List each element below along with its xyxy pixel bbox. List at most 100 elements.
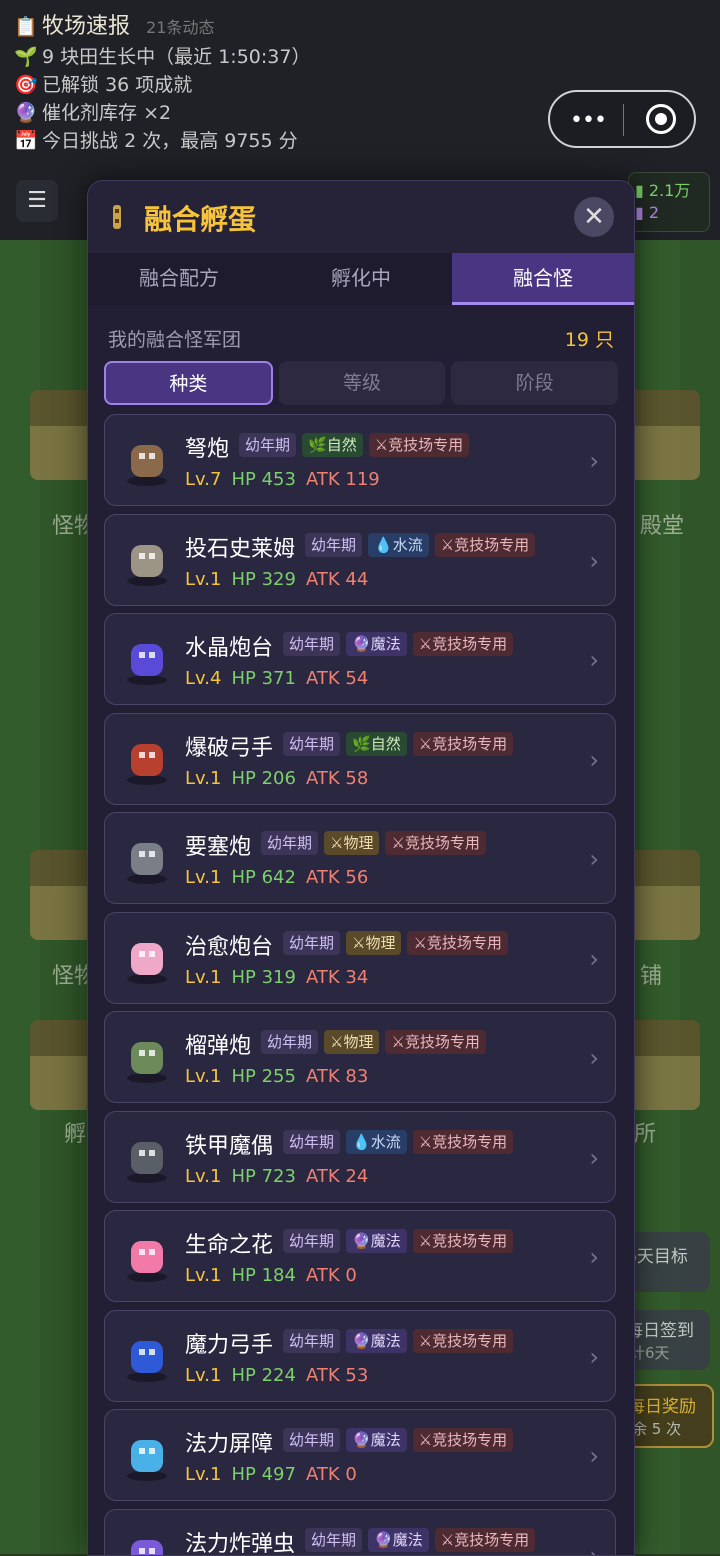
stage-badge: 幼年期 <box>283 732 340 756</box>
element-badge: ⚔物理 <box>346 931 401 955</box>
hp-value: HP 453 <box>231 469 295 490</box>
chevron-right-icon: › <box>589 945 599 973</box>
resource-panel: ▮ 2.1万 ▮ 2 <box>628 172 710 232</box>
monster-tags: 幼年期🌿自然⚔竞技场专用 <box>239 433 469 457</box>
news-header: 📋 牧场速报 21条动态 <box>14 8 214 40</box>
filter-level[interactable]: 等级 <box>279 361 446 405</box>
hp-value: HP 184 <box>231 1265 295 1286</box>
chevron-right-icon: › <box>589 1343 599 1371</box>
arena-badge: ⚔竞技场专用 <box>413 732 513 756</box>
monster-stats: Lv.1HP 723ATK 24 <box>185 1166 368 1187</box>
stage-badge: 幼年期 <box>305 533 362 557</box>
monster-name: 铁甲魔偶 <box>185 1128 273 1160</box>
element-badge: ⚔物理 <box>324 1030 379 1054</box>
capsule-divider <box>623 104 624 136</box>
stage-badge: 幼年期 <box>283 632 340 656</box>
monster-card[interactable]: 投石史莱姆幼年期💧水流⚔竞技场专用Lv.1HP 329ATK 44› <box>104 514 616 606</box>
chevron-right-icon: › <box>589 646 599 674</box>
level-value: Lv.1 <box>185 1365 221 1386</box>
clipboard-icon: 📋 <box>14 15 36 38</box>
monster-card[interactable]: 水晶炮台幼年期🔮魔法⚔竞技场专用Lv.4HP 371ATK 54› <box>104 613 616 705</box>
tab-bar: 融合配方 孵化中 融合怪 <box>88 253 634 305</box>
atk-value: ATK 56 <box>306 867 368 888</box>
level-value: Lv.1 <box>185 867 221 888</box>
monster-stats: Lv.1 HP 184 ATK 0 <box>185 1265 357 1286</box>
news-item-text: 已解锁 36 项成就 <box>42 74 192 96</box>
menu-button[interactable]: ☰ <box>16 180 58 222</box>
arena-badge: ⚔竞技场专用 <box>413 1329 513 1353</box>
stage-badge: 幼年期 <box>239 433 296 457</box>
monster-card[interactable]: 法力屏障幼年期🔮魔法⚔竞技场专用 Lv.1 HP 497 ATK 0 › <box>104 1409 616 1501</box>
news-count: 21条动态 <box>146 18 214 37</box>
crystal-turret-icon <box>119 632 175 688</box>
stage-badge: 幼年期 <box>261 831 318 855</box>
more-icon[interactable]: ••• <box>570 108 606 133</box>
monster-name: 法力屏障 <box>185 1426 273 1458</box>
hp-value: HP 329 <box>231 569 295 590</box>
chevron-right-icon: › <box>589 845 599 873</box>
news-item-text: 9 块田生长中（最近 1:50:37） <box>42 46 310 68</box>
gold-icon: ▮ <box>635 181 644 200</box>
hp-value: HP 224 <box>231 1365 295 1386</box>
news-item: 🎯 已解锁 36 项成就 <box>14 70 192 97</box>
monster-card[interactable]: 榴弹炮幼年期⚔物理⚔竞技场专用Lv.1HP 255ATK 83› <box>104 1011 616 1103</box>
mana-archer-icon <box>119 1329 175 1385</box>
level-value: Lv.1 <box>185 569 221 590</box>
monster-tags: 幼年期🌿自然⚔竞技场专用 <box>283 732 513 756</box>
building-label: 孵 <box>64 1116 86 1148</box>
hp-value: HP 497 <box>231 1464 295 1485</box>
howitzer-icon <box>119 1030 175 1086</box>
monster-card[interactable]: 爆破弓手幼年期🌿自然⚔竞技场专用Lv.1HP 206ATK 58› <box>104 713 616 805</box>
monster-stats: Lv.1HP 319ATK 34 <box>185 967 368 988</box>
tab-hatching[interactable]: 孵化中 <box>270 253 452 305</box>
level-value: Lv.1 <box>185 967 221 988</box>
atk-value: ATK 83 <box>306 1066 368 1087</box>
army-count: 19 只 <box>565 325 614 352</box>
monster-card[interactable]: 弩炮幼年期🌿自然⚔竞技场专用Lv.7HP 453ATK 119› <box>104 414 616 506</box>
monster-tags: 幼年期🔮魔法⚔竞技场专用 <box>283 1428 513 1452</box>
news-item: 🔮 催化剂库存 ×2 <box>14 98 171 125</box>
monster-name: 弩炮 <box>185 431 229 463</box>
monster-card[interactable]: 治愈炮台幼年期⚔物理⚔竞技场专用Lv.1HP 319ATK 34› <box>104 912 616 1004</box>
building-label: 所 <box>634 1116 656 1148</box>
stage-badge: 幼年期 <box>283 931 340 955</box>
monster-card[interactable]: 铁甲魔偶幼年期💧水流⚔竞技场专用Lv.1HP 723ATK 24› <box>104 1111 616 1203</box>
chevron-right-icon: › <box>589 1442 599 1470</box>
level-value: Lv.1 <box>185 1464 221 1485</box>
element-badge: 🔮魔法 <box>346 632 407 656</box>
monster-name: 法力炸弹虫 <box>185 1526 295 1556</box>
army-label: 我的融合怪军团 <box>108 325 241 352</box>
blast-archer-icon <box>119 732 175 788</box>
filter-stage[interactable]: 阶段 <box>451 361 618 405</box>
element-badge: 🔮魔法 <box>346 1428 407 1452</box>
gold-amount: ▮ 2.1万 <box>635 177 690 201</box>
arena-badge: ⚔竞技场专用 <box>413 632 513 656</box>
tab-fusion-monsters[interactable]: 融合怪 <box>452 253 634 305</box>
arena-badge: ⚔竞技场专用 <box>435 1528 535 1552</box>
hp-value: HP 642 <box>231 867 295 888</box>
element-badge: 🔮魔法 <box>346 1229 407 1253</box>
monster-card[interactable]: 生命之花幼年期🔮魔法⚔竞技场专用Lv.1HP 184ATK 0› <box>104 1210 616 1302</box>
level-value: Lv.1 <box>185 768 221 789</box>
rock-slime-icon <box>119 533 175 589</box>
chevron-right-icon: › <box>589 547 599 575</box>
monster-name: 魔力弓手 <box>185 1327 273 1359</box>
monster-card[interactable]: 法力炸弹虫幼年期🔮魔法⚔竞技场专用› <box>104 1509 616 1556</box>
ballista-icon <box>119 433 175 489</box>
close-program-icon[interactable] <box>646 104 676 134</box>
atk-value: ATK 0 <box>306 1265 357 1286</box>
atk-value: ATK 0 <box>306 1464 357 1485</box>
monster-card[interactable]: 魔力弓手幼年期🔮魔法⚔竞技场专用Lv.1HP 224ATK 53› <box>104 1310 616 1402</box>
chevron-right-icon: › <box>589 1243 599 1271</box>
element-badge: 💧水流 <box>346 1130 407 1154</box>
arena-badge: ⚔竞技场专用 <box>385 831 485 855</box>
monster-card[interactable]: 要塞炮幼年期⚔物理⚔竞技场专用Lv.1HP 642ATK 56› <box>104 812 616 904</box>
monster-stats: Lv.1HP 255ATK 83 <box>185 1066 368 1087</box>
gem-icon: ▮ <box>635 203 644 222</box>
tab-fusion-recipes[interactable]: 融合配方 <box>88 253 270 305</box>
fusion-hatch-modal: 融合孵蛋 ✕ 融合配方 孵化中 融合怪 我的融合怪军团 19 只 种类 等级 阶… <box>87 180 635 1556</box>
level-value: Lv.1 <box>185 1265 221 1286</box>
close-icon[interactable]: ✕ <box>574 197 614 237</box>
filter-species[interactable]: 种类 <box>104 361 273 405</box>
monster-tags: 幼年期💧水流⚔竞技场专用 <box>283 1130 513 1154</box>
